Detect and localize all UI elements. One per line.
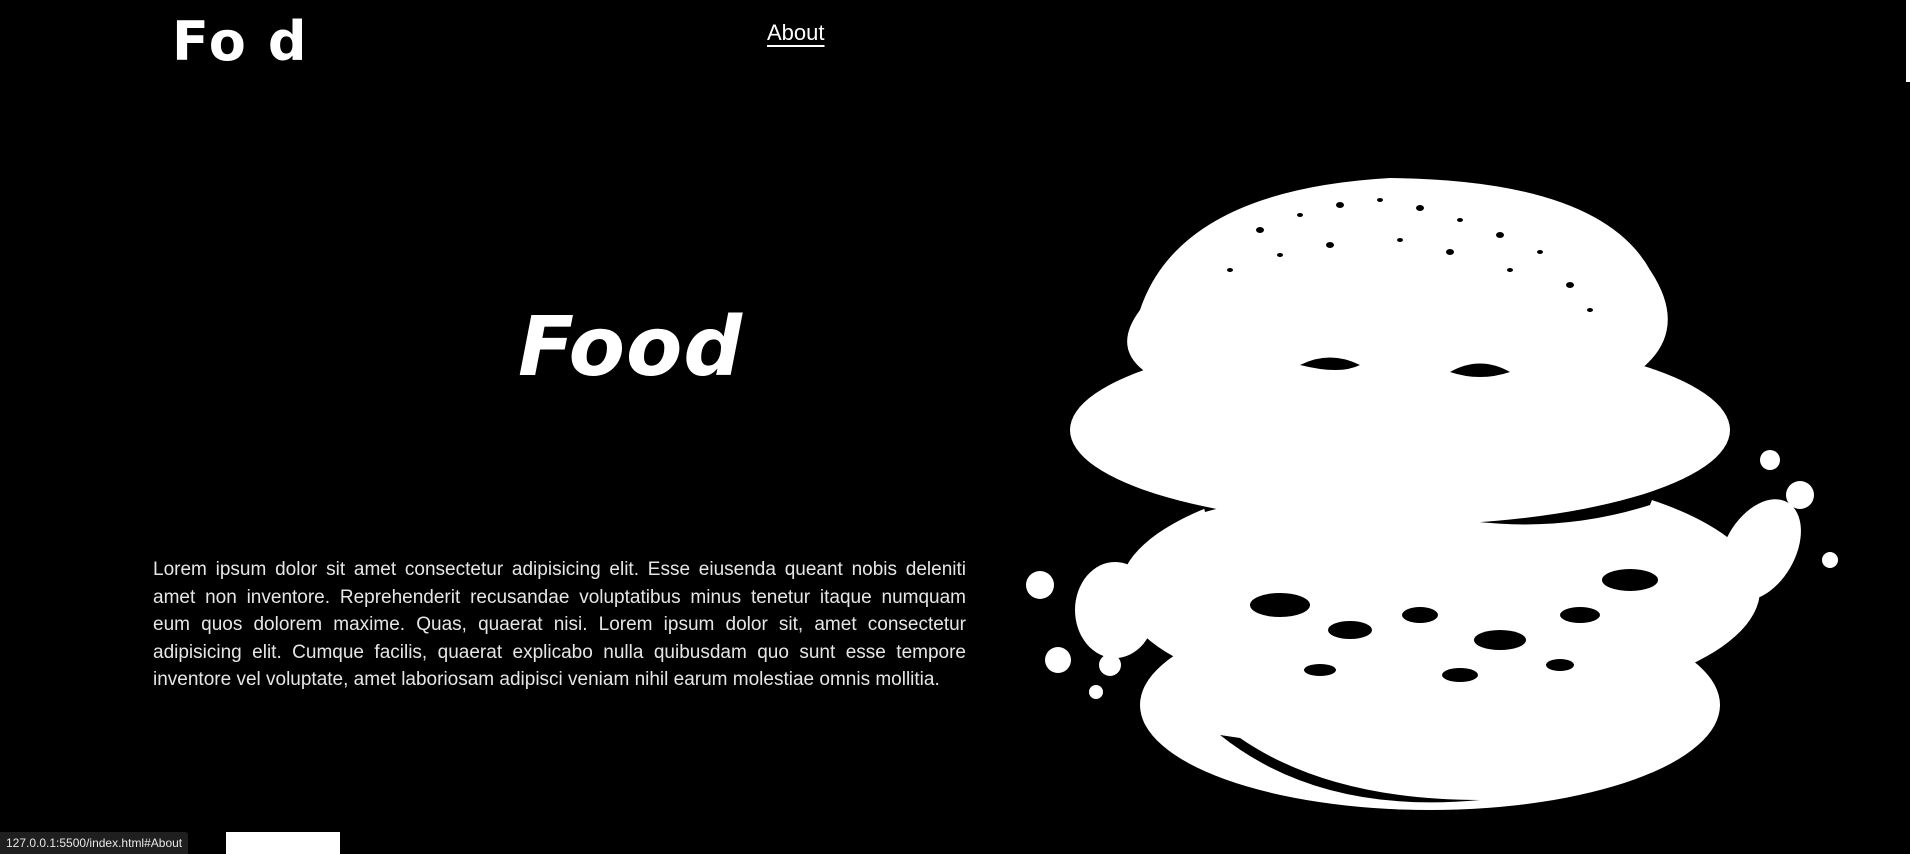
- hero-description: Lorem ipsum dolor sit amet consectetur a…: [153, 559, 966, 690]
- logo-text-left: Fo: [172, 10, 248, 73]
- page: Fo d About Food Lorem ipsum dolor sit ame…: [0, 0, 1910, 854]
- status-bar-box: [226, 832, 340, 854]
- site-logo[interactable]: Fo d: [172, 10, 308, 73]
- logo-text-right: d: [267, 10, 309, 73]
- hero-title: Food: [518, 300, 744, 395]
- nav-about-link[interactable]: About: [767, 20, 825, 46]
- status-bar-url: 127.0.0.1:5500/index.html#About: [0, 832, 189, 854]
- burger-image: [1026, 178, 1838, 810]
- scrollbar[interactable]: [1906, 0, 1910, 82]
